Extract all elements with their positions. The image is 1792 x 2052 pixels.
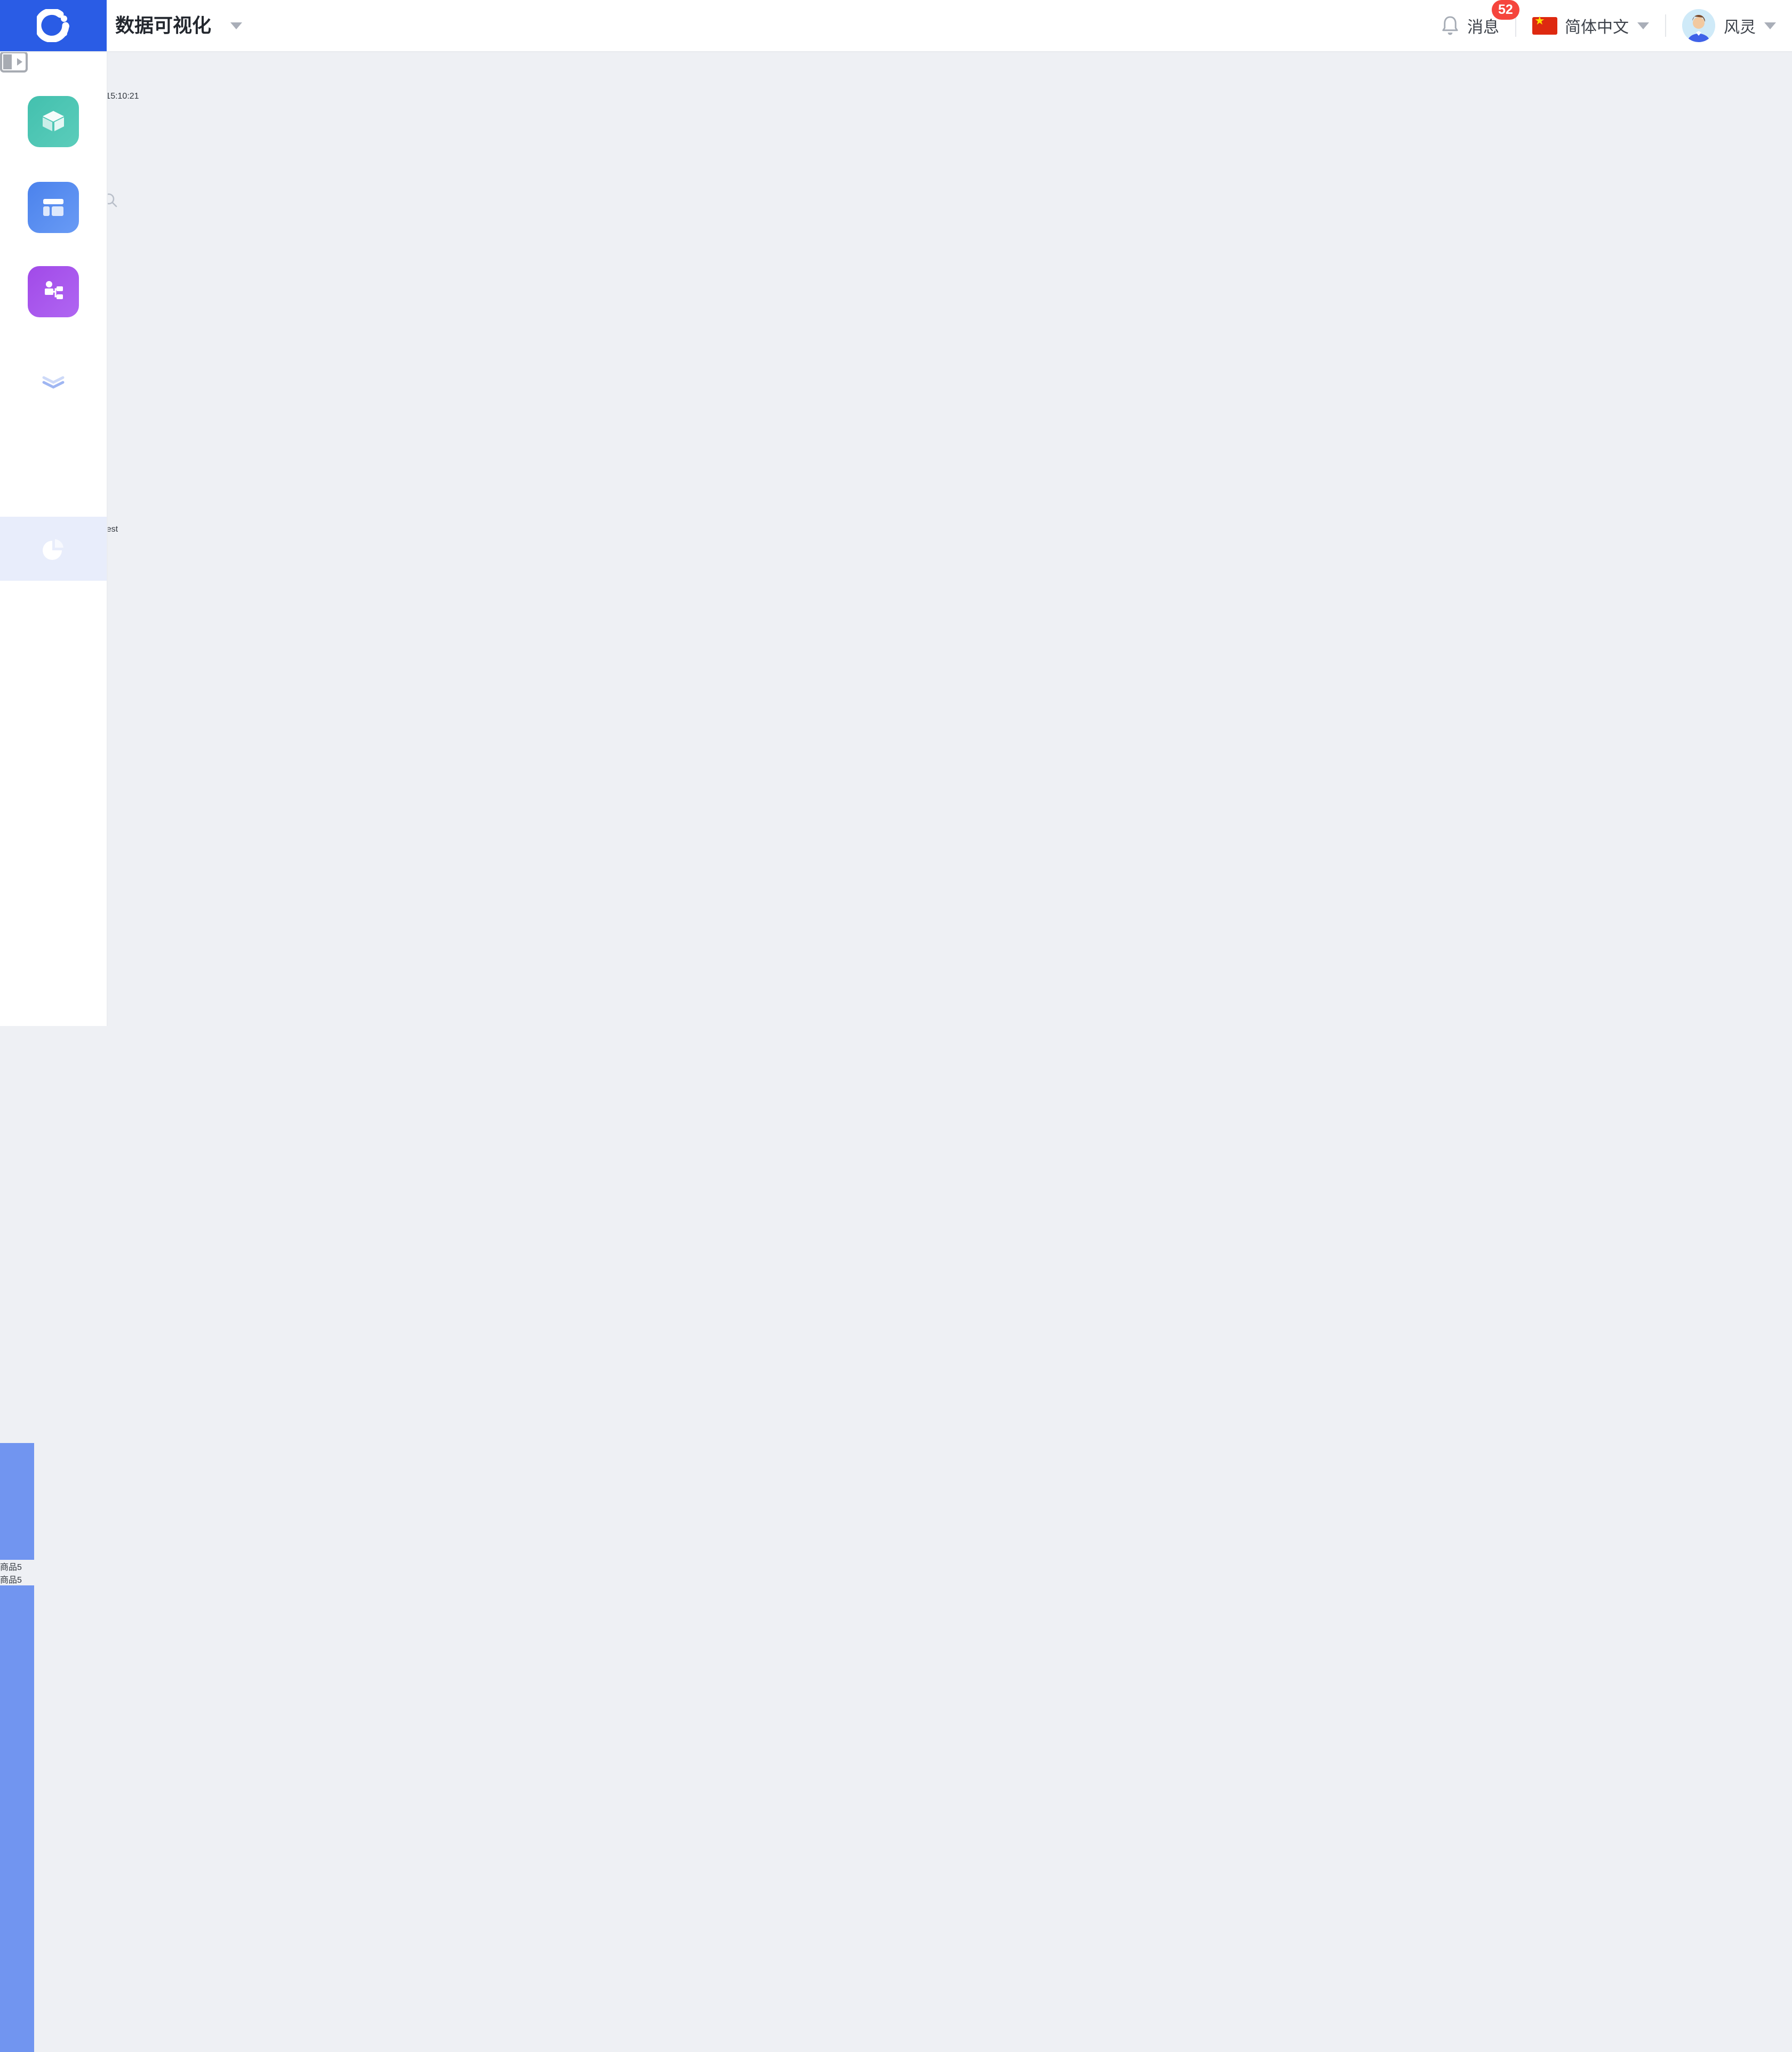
y-axis-tick-label: 10	[0, 802, 1792, 812]
user-caret-icon	[1764, 22, 1776, 29]
bell-icon	[1442, 16, 1458, 35]
y-axis-tick-label: 50	[0, 840, 1792, 850]
update-hint: 发布后有更新图表内容	[0, 101, 1792, 114]
app-logo-icon	[37, 9, 69, 42]
language-caret-icon	[1637, 22, 1649, 29]
published-status: 已发布	[0, 51, 1792, 76]
tree-item[interactable]: 冠云柱状图	[0, 444, 1792, 479]
chart-detail-card: test标题 0102030405060商品5商品5商品4商品4商品3商品3商品…	[0, 772, 1792, 2052]
orgchart-icon[interactable]	[28, 266, 79, 317]
bar-商品4	[0, 1585, 34, 2052]
bar-chart: 0102030405060商品5商品5商品4商品4商品3商品3商品2商品2商品1…	[0, 792, 1792, 2052]
y-axis-tick-label: 0	[0, 792, 1792, 802]
shuffle-icon[interactable]	[28, 608, 79, 659]
y-axis-tick-label: 30	[0, 821, 1792, 831]
chart-tree-panel: 创建一级分组 演示导出1演示部署zbhcsxiaoxiao测试cl测试冠云柱状图…	[0, 191, 1792, 759]
y-axis-tick-label: 20	[0, 812, 1792, 821]
username-label: 风灵	[1724, 19, 1756, 36]
divider	[1665, 14, 1666, 37]
tree-item[interactable]: 测试	[0, 374, 1792, 409]
language-label: 简体中文	[1565, 19, 1629, 36]
create-group-button[interactable]: 创建一级分组	[0, 212, 1792, 233]
x-axis-category-label: 商品5	[0, 1575, 22, 1585]
y-axis-line	[0, 860, 1792, 1443]
view-link[interactable]: 查看	[0, 76, 1792, 89]
search-field[interactable]	[0, 191, 1792, 212]
page-title: 数据可视化	[115, 14, 212, 36]
tree-item[interactable]: yinshi	[0, 479, 1792, 515]
pie-chart-icon[interactable]	[28, 524, 79, 575]
app-logo[interactable]	[0, 0, 107, 51]
tree-item[interactable]: 积分发放分析	[0, 688, 1792, 724]
messages-label: 消息	[1467, 19, 1499, 36]
layers-icon[interactable]	[28, 352, 79, 403]
bar-value-label: 商品5	[0, 1562, 22, 1572]
tree-item[interactable]: 商品购买金额分析	[0, 585, 1792, 653]
avatar	[1682, 9, 1715, 42]
messages-badge: 52	[1492, 0, 1519, 20]
tree-item[interactable]: 积分发放综合分析-test	[0, 515, 1792, 550]
flag-icon: ★	[1532, 14, 1557, 35]
language-selector[interactable]: ★ 简体中文	[1532, 14, 1649, 37]
user-menu[interactable]: 风灵	[1682, 9, 1776, 42]
tree-item[interactable]: 演示部署	[0, 268, 1792, 303]
y-axis-tick-label: 40	[0, 831, 1792, 840]
layout-icon[interactable]	[28, 182, 79, 233]
tree-item[interactable]: cl测试	[0, 409, 1792, 444]
group-tree: 演示导出1演示部署zbhcsxiaoxiao测试cl测试冠云柱状图yinshi积…	[0, 233, 1792, 759]
tree-item[interactable]: xiaoxiao	[0, 339, 1792, 374]
top-header: 数据可视化 消息 52 ★ 简体中文 风灵	[0, 0, 1792, 52]
collapse-panel-icon[interactable]	[0, 51, 107, 75]
y-axis-tick-label: 60	[0, 850, 1792, 860]
notifications[interactable]: 消息 52	[1441, 0, 1519, 37]
publish-status-bar: 已发布 查看 最近发布时间：2025-01-20 15:10:21 发布后有更新…	[0, 15, 1792, 191]
ai-icon[interactable]	[28, 438, 79, 489]
tree-item[interactable]: 一级分组demo	[0, 724, 1792, 759]
cube-icon[interactable]	[28, 96, 79, 147]
tree-item[interactable]: 订单下单分析	[0, 550, 1792, 585]
left-icon-rail	[0, 51, 108, 1026]
tree-item[interactable]: 演示导出1	[0, 233, 1792, 268]
last-publish-time: 最近发布时间：2025-01-20 15:10:21	[0, 92, 139, 101]
bar-商品5	[0, 1443, 34, 1560]
app-title-caret-icon[interactable]	[230, 22, 242, 32]
tree-item[interactable]: zbhcs	[0, 303, 1792, 339]
annotation-text: 隐藏/可见	[0, 759, 1792, 772]
chart-title-row: test标题	[0, 772, 1792, 792]
